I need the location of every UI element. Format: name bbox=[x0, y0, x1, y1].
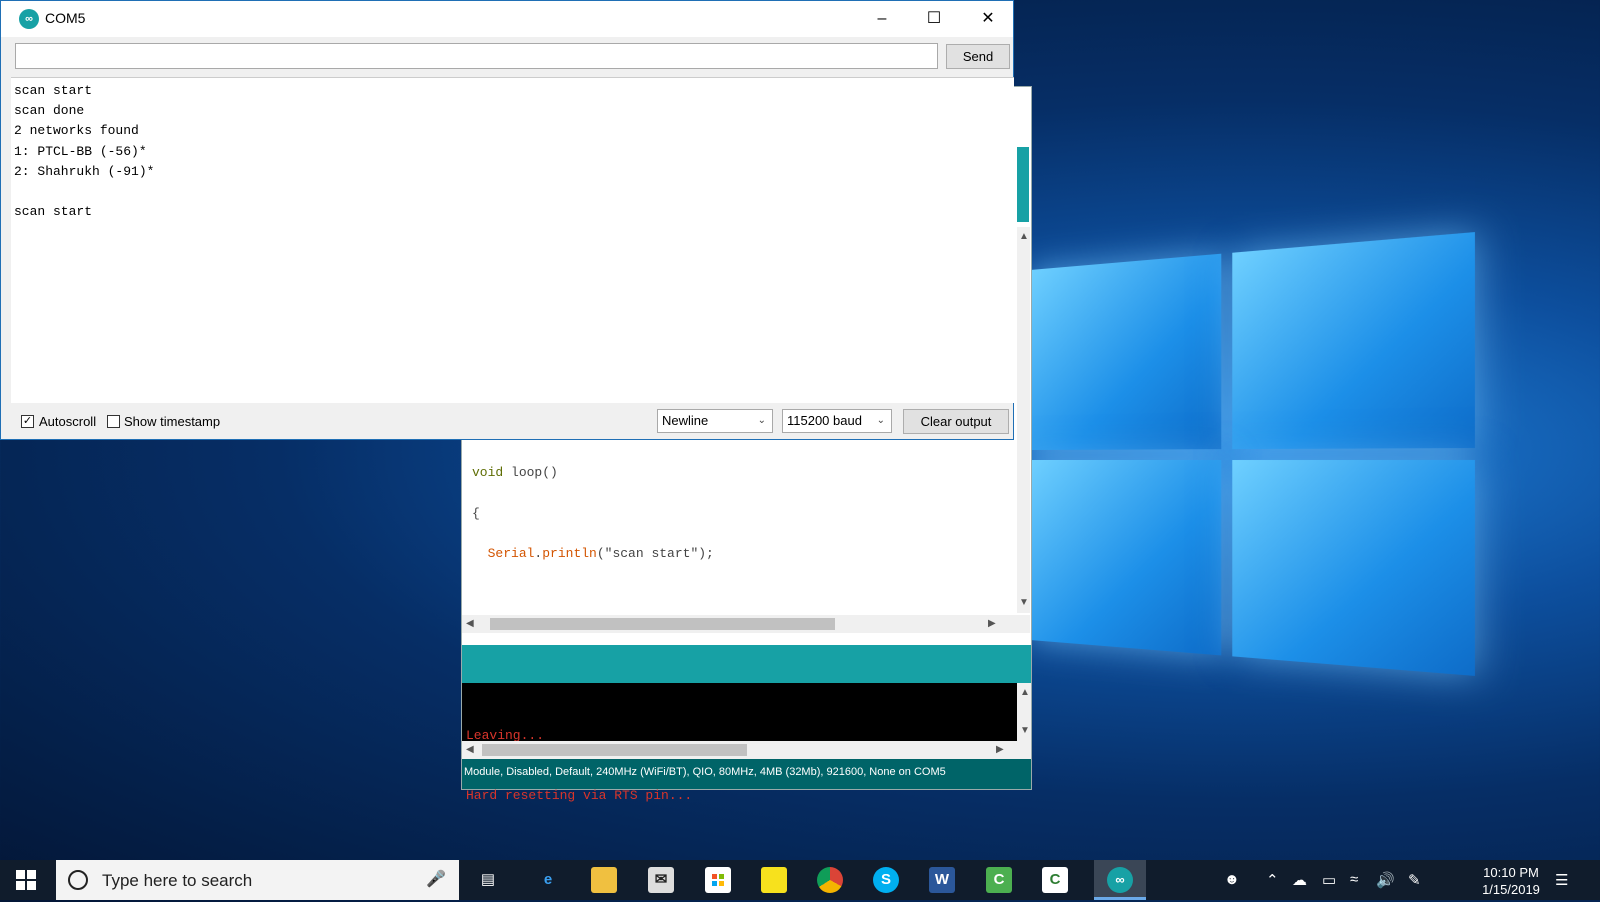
chrome-icon[interactable] bbox=[817, 867, 843, 893]
serial-monitor-window[interactable]: ∞ COM5 – ☐ ✕ Send scan start scan done 2… bbox=[0, 0, 1014, 440]
line-ending-select[interactable]: Newline ⌄ bbox=[657, 409, 773, 433]
close-button[interactable]: ✕ bbox=[961, 1, 1015, 37]
windows-start-icon[interactable] bbox=[16, 870, 36, 890]
notifications-icon[interactable]: ☰ bbox=[1555, 871, 1568, 889]
serial-options-bar: ✓ Autoscroll Show timestamp Newline ⌄ 11… bbox=[11, 403, 1014, 439]
line-ending-value: Newline bbox=[662, 413, 708, 428]
wifi-icon[interactable]: ≈ bbox=[1350, 871, 1358, 888]
pen-icon[interactable]: ✎ bbox=[1408, 871, 1421, 889]
window-title: COM5 bbox=[45, 10, 85, 26]
output-line: 1: PTCL-BB (-56)* bbox=[14, 142, 1011, 162]
title-bar[interactable]: ∞ COM5 – ☐ ✕ bbox=[1, 1, 1013, 37]
show-timestamp-checkbox[interactable] bbox=[107, 415, 120, 428]
code-line: { bbox=[472, 504, 1017, 524]
cortana-icon bbox=[68, 870, 88, 890]
camtasia-recorder-icon[interactable]: C bbox=[1042, 867, 1068, 893]
scroll-up-icon[interactable]: ▲ bbox=[1020, 687, 1030, 698]
send-button[interactable]: Send bbox=[946, 44, 1010, 69]
show-timestamp-label: Show timestamp bbox=[124, 414, 220, 429]
scroll-right-icon[interactable]: ▶ bbox=[996, 744, 1004, 755]
scrollbar-thumb[interactable] bbox=[490, 618, 835, 630]
battery-icon[interactable]: ▭ bbox=[1322, 871, 1336, 889]
task-view-icon[interactable]: ▤ bbox=[475, 867, 501, 893]
code-horizontal-scrollbar[interactable]: ◀ ▶ bbox=[462, 615, 1030, 633]
arduino-icon: ∞ bbox=[19, 9, 39, 29]
autoscroll-checkbox[interactable]: ✓ bbox=[21, 415, 34, 428]
microphone-icon[interactable]: 🎤 bbox=[426, 869, 446, 889]
console-line: Hard resetting via RTS pin... bbox=[466, 786, 1013, 806]
scroll-left-icon[interactable]: ◀ bbox=[466, 618, 474, 629]
code-line bbox=[472, 584, 1017, 604]
scroll-up-icon[interactable]: ▲ bbox=[1019, 231, 1029, 242]
output-line bbox=[14, 182, 1011, 202]
skype-icon[interactable]: S bbox=[873, 867, 899, 893]
output-line: 2: Shahrukh (-91)* bbox=[14, 162, 1011, 182]
arduino-icon: ∞ bbox=[1107, 867, 1133, 893]
search-placeholder: Type here to search bbox=[102, 871, 252, 891]
output-line: 2 networks found bbox=[14, 121, 1011, 141]
edge-browser-icon[interactable]: e bbox=[535, 867, 561, 893]
chevron-down-icon: ⌄ bbox=[877, 410, 885, 432]
taskbar: Type here to search 🎤 ▤ e ✉ S W C C ∞ ☻ … bbox=[0, 860, 1600, 900]
output-line: scan done bbox=[14, 101, 1011, 121]
volume-icon[interactable]: 🔊 bbox=[1376, 871, 1395, 889]
clock-time: 10:10 PM bbox=[1466, 864, 1556, 881]
code-editor[interactable]: void loop() { Serial.println("scan start… bbox=[462, 443, 1017, 613]
camtasia-icon[interactable]: C bbox=[986, 867, 1012, 893]
scroll-right-icon[interactable]: ▶ bbox=[988, 618, 996, 629]
maximize-button[interactable]: ☐ bbox=[907, 1, 961, 37]
scroll-left-icon[interactable]: ◀ bbox=[466, 744, 474, 755]
message-bar bbox=[462, 645, 1031, 683]
code-vertical-scrollbar[interactable]: ▲ ▼ bbox=[1017, 227, 1030, 613]
baud-rate-value: 115200 baud bbox=[787, 413, 862, 428]
sticky-notes-icon[interactable] bbox=[761, 867, 787, 893]
autoscroll-label: Autoscroll bbox=[39, 414, 96, 429]
word-icon[interactable]: W bbox=[929, 867, 955, 893]
code-line: void loop() bbox=[472, 463, 1017, 483]
output-line: scan start bbox=[14, 202, 1011, 222]
chevron-down-icon: ⌄ bbox=[758, 410, 766, 432]
build-console: Leaving... Hard resetting via RTS pin... bbox=[462, 683, 1017, 741]
taskbar-clock[interactable]: 10:10 PM 1/15/2019 bbox=[1466, 864, 1556, 898]
scroll-down-icon[interactable]: ▼ bbox=[1019, 597, 1029, 608]
people-icon[interactable]: ☻ bbox=[1224, 871, 1240, 888]
file-explorer-icon[interactable] bbox=[591, 867, 617, 893]
onedrive-icon[interactable]: ☁ bbox=[1292, 871, 1307, 889]
baud-rate-select[interactable]: 115200 baud ⌄ bbox=[782, 409, 892, 433]
code-line: Serial.println("scan start"); bbox=[472, 544, 1017, 564]
mail-icon[interactable]: ✉ bbox=[648, 867, 674, 893]
scrollbar-thumb[interactable] bbox=[482, 744, 747, 756]
serial-output[interactable]: scan start scan done 2 networks found 1:… bbox=[11, 77, 1014, 403]
output-line: scan start bbox=[14, 81, 1011, 101]
send-input[interactable] bbox=[15, 43, 938, 69]
windows-logo-wallpaper bbox=[1030, 232, 1475, 688]
clear-output-button[interactable]: Clear output bbox=[903, 409, 1009, 434]
console-vertical-scrollbar[interactable]: ▲ ▼ bbox=[1017, 683, 1031, 741]
taskbar-search-box[interactable]: Type here to search 🎤 bbox=[56, 860, 459, 900]
store-icon[interactable] bbox=[705, 867, 731, 893]
arduino-taskbar-button[interactable]: ∞ bbox=[1094, 860, 1146, 900]
chevron-up-icon[interactable]: ⌃ bbox=[1266, 871, 1279, 889]
ide-toolbar-edge bbox=[1017, 147, 1029, 222]
scroll-down-icon[interactable]: ▼ bbox=[1020, 725, 1030, 736]
minimize-button[interactable]: – bbox=[855, 1, 909, 37]
board-status-bar: Module, Disabled, Default, 240MHz (WiFi/… bbox=[462, 759, 1031, 789]
console-horizontal-scrollbar[interactable]: ◀ ▶ bbox=[462, 741, 1031, 759]
clock-date: 1/15/2019 bbox=[1466, 881, 1556, 898]
